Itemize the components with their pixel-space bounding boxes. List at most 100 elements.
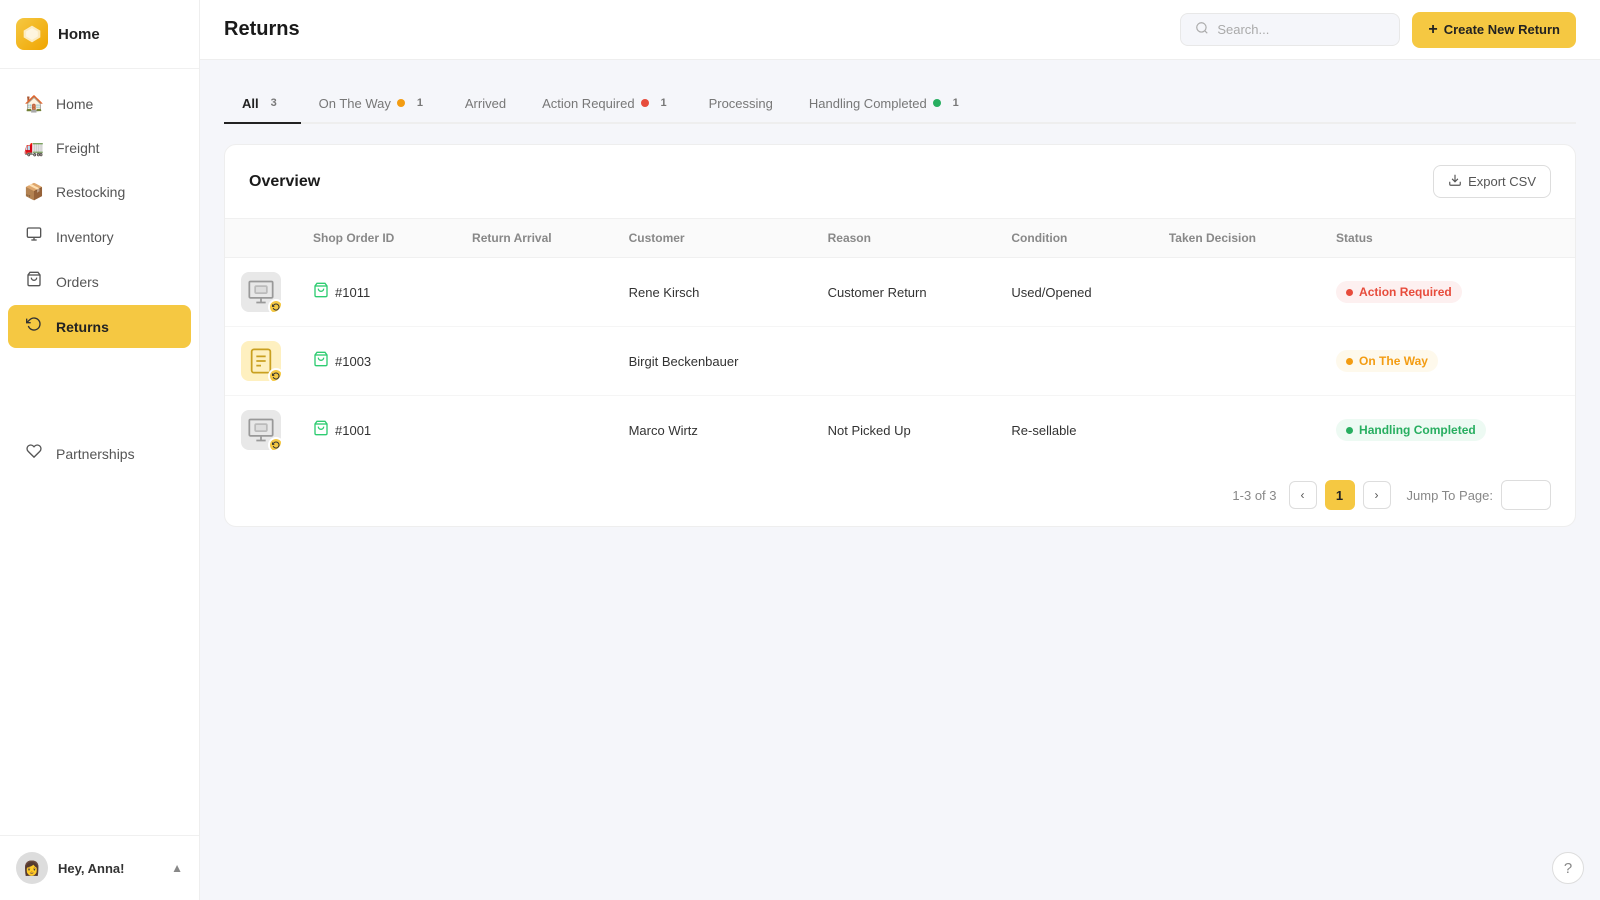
row-customer: Marco Wirtz — [613, 396, 812, 465]
tab-on-the-way[interactable]: On The Way 1 — [301, 84, 447, 124]
row-reason: Customer Return — [812, 258, 996, 327]
row-reason — [812, 327, 996, 396]
partnerships-icon — [24, 443, 44, 464]
card-header: Overview Export CSV — [225, 145, 1575, 218]
search-box[interactable] — [1180, 13, 1400, 46]
tab-dot-green — [933, 99, 941, 107]
row-customer: Rene Kirsch — [613, 258, 812, 327]
orders-icon — [24, 271, 44, 292]
order-icon — [313, 282, 329, 303]
row-decision — [1153, 258, 1320, 327]
col-customer: Customer — [613, 219, 812, 258]
help-button[interactable]: ? — [1552, 852, 1584, 884]
row-decision — [1153, 327, 1320, 396]
row-order-id: #1011 — [297, 258, 456, 327]
sidebar: Home 🏠 Home 🚛 Freight 📦 Restocking Inven… — [0, 0, 200, 900]
pagination: 1-3 of 3 ‹ 1 › Jump To Page: — [225, 464, 1575, 526]
table-row[interactable]: #1003 Birgit Beckenbauer On The Way — [225, 327, 1575, 396]
col-condition: Condition — [995, 219, 1152, 258]
row-condition — [995, 327, 1152, 396]
row-thumb-cell — [225, 258, 297, 327]
plus-icon: + — [1428, 21, 1437, 39]
sidebar-item-home[interactable]: 🏠 Home — [8, 83, 191, 125]
main-content: Returns + Create New Return All 3 On The… — [200, 0, 1600, 900]
tab-all[interactable]: All 3 — [224, 84, 301, 124]
sidebar-item-returns[interactable]: Returns — [8, 305, 191, 348]
sidebar-item-label: Restocking — [56, 184, 125, 200]
tab-all-count: 3 — [265, 94, 283, 112]
status-dot-orange — [1346, 358, 1353, 365]
page-title: Returns — [224, 18, 300, 41]
restocking-icon: 📦 — [24, 182, 44, 202]
thumb-status-badge — [268, 437, 281, 450]
col-status: Status — [1320, 219, 1575, 258]
status-dot-red — [1346, 289, 1353, 296]
tab-dot-red — [641, 99, 649, 107]
product-thumbnail — [241, 272, 281, 312]
returns-icon — [24, 316, 44, 337]
chevron-up-icon: ▲ — [171, 861, 183, 875]
row-status: On The Way — [1320, 327, 1575, 396]
tab-handling-completed-count: 1 — [947, 94, 965, 112]
table-row[interactable]: #1011 Rene Kirsch Customer Return Used/O… — [225, 258, 1575, 327]
jump-to-page-input[interactable] — [1501, 480, 1551, 510]
search-input[interactable] — [1217, 22, 1385, 37]
sidebar-item-partnerships[interactable]: Partnerships — [8, 432, 191, 475]
row-reason: Not Picked Up — [812, 396, 996, 465]
order-icon — [313, 351, 329, 372]
create-new-return-button[interactable]: + Create New Return — [1412, 12, 1576, 48]
export-csv-button[interactable]: Export CSV — [1433, 165, 1551, 198]
sidebar-item-orders[interactable]: Orders — [8, 260, 191, 303]
sidebar-nav: 🏠 Home 🚛 Freight 📦 Restocking Inventory … — [0, 69, 199, 835]
row-status: Handling Completed — [1320, 396, 1575, 465]
pagination-prev-button[interactable]: ‹ — [1289, 481, 1317, 509]
sidebar-item-label: Orders — [56, 274, 99, 290]
tab-arrived[interactable]: Arrived — [447, 86, 524, 123]
tab-action-required[interactable]: Action Required 1 — [524, 84, 691, 124]
sidebar-item-label: Freight — [56, 140, 100, 156]
user-footer[interactable]: 👩 Hey, Anna! ▲ — [0, 835, 199, 900]
thumb-status-badge — [268, 368, 281, 381]
page-range: 1-3 of 3 — [1232, 488, 1276, 503]
topbar: Returns + Create New Return — [200, 0, 1600, 60]
content-area: All 3 On The Way 1 Arrived Action Requir… — [200, 60, 1600, 900]
inventory-icon — [24, 226, 44, 247]
search-icon — [1195, 21, 1209, 38]
row-decision — [1153, 396, 1320, 465]
tabs-container: All 3 On The Way 1 Arrived Action Requir… — [224, 84, 1576, 124]
status-badge: Action Required — [1336, 281, 1462, 303]
sidebar-item-freight[interactable]: 🚛 Freight — [8, 127, 191, 169]
col-reason: Reason — [812, 219, 996, 258]
tab-handling-completed[interactable]: Handling Completed 1 — [791, 84, 983, 124]
overview-card: Overview Export CSV Shop Order ID — [224, 144, 1576, 527]
sidebar-item-label: Inventory — [56, 229, 114, 245]
status-badge: Handling Completed — [1336, 419, 1486, 441]
product-thumbnail — [241, 341, 281, 381]
row-condition: Used/Opened — [995, 258, 1152, 327]
sidebar-logo[interactable]: Home — [0, 0, 199, 69]
sidebar-item-inventory[interactable]: Inventory — [8, 215, 191, 258]
col-thumb — [225, 219, 297, 258]
overview-title: Overview — [249, 173, 320, 191]
sidebar-item-restocking[interactable]: 📦 Restocking — [8, 171, 191, 213]
tab-processing[interactable]: Processing — [691, 86, 791, 123]
tab-on-the-way-count: 1 — [411, 94, 429, 112]
product-thumbnail — [241, 410, 281, 450]
logo-icon — [16, 18, 48, 50]
pagination-next-button[interactable]: › — [1363, 481, 1391, 509]
status-badge: On The Way — [1336, 350, 1438, 372]
user-greeting: Hey, Anna! — [58, 861, 161, 876]
sidebar-item-label: Partnerships — [56, 446, 135, 462]
row-order-id: #1003 — [297, 327, 456, 396]
topbar-right: + Create New Return — [1180, 12, 1576, 48]
home-icon: 🏠 — [24, 94, 44, 114]
row-status: Action Required — [1320, 258, 1575, 327]
pagination-page-1[interactable]: 1 — [1325, 480, 1355, 510]
row-order-id: #1001 — [297, 396, 456, 465]
table-row[interactable]: #1001 Marco Wirtz Not Picked Up Re-sella… — [225, 396, 1575, 465]
col-order-id: Shop Order ID — [297, 219, 456, 258]
sidebar-item-label: Home — [56, 96, 93, 112]
freight-icon: 🚛 — [24, 138, 44, 158]
thumb-status-badge — [268, 299, 281, 312]
avatar: 👩 — [16, 852, 48, 884]
